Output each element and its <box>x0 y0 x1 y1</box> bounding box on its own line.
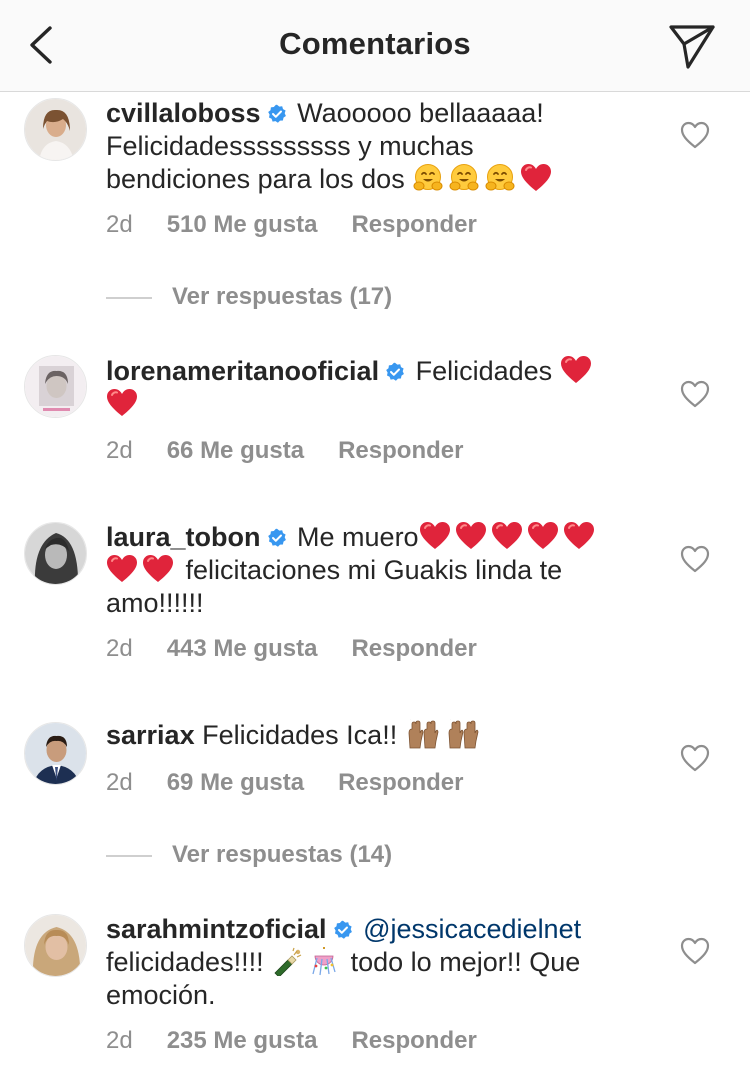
like-heart-icon[interactable] <box>680 744 710 772</box>
bottle-with-popping-cork-emoji <box>271 946 303 976</box>
replies-divider <box>106 854 152 857</box>
page-title: Comentarios <box>279 26 471 61</box>
like-heart-icon[interactable] <box>680 545 710 573</box>
comment-username[interactable]: lorenameritanooficial <box>106 356 379 386</box>
verified-badge-icon <box>385 362 405 382</box>
avatar[interactable] <box>24 355 87 418</box>
reply-button[interactable]: Responder <box>351 1027 476 1055</box>
comment-time: 2d <box>106 1027 133 1054</box>
view-replies-label: Ver respuestas (14) <box>172 841 393 868</box>
comment-body-line: Felicidadesssssssss y muchas <box>106 131 474 161</box>
comment-username[interactable]: sarriax <box>106 720 195 750</box>
comment-text: lorenameritanooficial Felicidades <box>106 355 666 421</box>
reply-button[interactable]: Responder <box>338 437 463 465</box>
comment-username[interactable]: cvillaloboss <box>106 98 261 128</box>
avatar-image <box>25 523 86 584</box>
avatar[interactable] <box>24 722 87 785</box>
comment-body-line: amo!!!!!! <box>106 588 204 618</box>
comment-likes[interactable]: 69 Me gusta <box>167 769 304 797</box>
comment-time: 2d <box>106 769 133 796</box>
hugging-face-emoji <box>412 163 444 193</box>
comment-likes[interactable]: 66 Me gusta <box>167 437 304 465</box>
comment-body-line: bendiciones para los dos <box>106 164 405 194</box>
red-heart-emoji <box>142 554 174 584</box>
comment-meta: 2d 235 Me gusta Responder <box>106 1027 477 1055</box>
reply-button[interactable]: Responder <box>351 635 476 663</box>
comment-body-line: felicitaciones mi Guakis linda te <box>185 555 563 585</box>
comment-username[interactable]: sarahmintzoficial <box>106 914 327 944</box>
comment-time: 2d <box>106 635 133 662</box>
red-heart-emoji <box>106 554 138 584</box>
comment-likes[interactable]: 510 Me gusta <box>167 211 318 239</box>
avatar[interactable] <box>24 522 87 585</box>
reply-button[interactable]: Responder <box>351 211 476 239</box>
red-heart-emoji <box>527 521 559 551</box>
avatar[interactable] <box>24 98 87 161</box>
like-heart-icon[interactable] <box>680 937 710 965</box>
comment-body-line: felicidades!!!! <box>106 947 264 977</box>
comment-meta: 2d 66 Me gusta Responder <box>106 437 463 465</box>
comment-body-line: Me muero <box>297 522 419 552</box>
comment-body-line: todo lo mejor!! Que <box>350 947 581 977</box>
comment-meta: 2d 443 Me gusta Responder <box>106 635 477 663</box>
comment-username[interactable]: laura_tobon <box>106 522 261 552</box>
comment-meta: 2d 510 Me gusta Responder <box>106 211 477 239</box>
red-heart-emoji <box>520 163 552 193</box>
comment-text: sarriax Felicidades Ica!! <box>106 719 666 752</box>
paper-plane-icon <box>669 25 715 69</box>
reply-button[interactable]: Responder <box>338 769 463 797</box>
red-heart-emoji <box>106 388 138 418</box>
comment-likes[interactable]: 235 Me gusta <box>167 1027 318 1055</box>
comment-text: laura_tobon Me muero felicitaciones mi G… <box>106 521 666 620</box>
comment-body-line: emoción. <box>106 980 216 1010</box>
avatar-image <box>25 915 86 976</box>
raising-hands-emoji <box>445 719 481 749</box>
avatar-image <box>25 723 86 784</box>
like-heart-icon[interactable] <box>680 121 710 149</box>
comment-body-line: Waooooo bellaaaaa! <box>297 98 544 128</box>
view-replies-button[interactable]: Ver respuestas (14) <box>106 841 392 871</box>
comment-time: 2d <box>106 437 133 464</box>
avatar-image <box>25 99 86 160</box>
comment-meta: 2d 69 Me gusta Responder <box>106 769 463 797</box>
header-bar: Comentarios <box>0 0 750 92</box>
hugging-face-emoji <box>484 163 516 193</box>
raising-hands-emoji <box>405 719 441 749</box>
hugging-face-emoji <box>448 163 480 193</box>
red-heart-emoji <box>419 521 451 551</box>
comment-body-line: Felicidades Ica!! <box>202 720 398 750</box>
view-replies-button[interactable]: Ver respuestas (17) <box>106 283 392 313</box>
verified-badge-icon <box>267 104 287 124</box>
view-replies-label: Ver respuestas (17) <box>172 283 393 310</box>
replies-divider <box>106 296 152 299</box>
verified-badge-icon <box>267 528 287 548</box>
like-heart-icon[interactable] <box>680 380 710 408</box>
avatar-image <box>25 356 86 417</box>
verified-badge-icon <box>333 920 353 940</box>
red-heart-emoji <box>560 355 592 385</box>
comment-text: sarahmintzoficial @jessicacedielnet feli… <box>106 913 666 1012</box>
avatar[interactable] <box>24 914 87 977</box>
comment-time: 2d <box>106 211 133 238</box>
confetti-ball-emoji <box>307 946 339 976</box>
red-heart-emoji <box>491 521 523 551</box>
red-heart-emoji <box>455 521 487 551</box>
mention-link[interactable]: @jessicacedielnet <box>363 914 581 944</box>
share-button[interactable] <box>666 22 718 70</box>
comment-body-line: Felicidades <box>415 356 553 386</box>
comment-likes[interactable]: 443 Me gusta <box>167 635 318 663</box>
red-heart-emoji <box>563 521 595 551</box>
comment-text: cvillaloboss Waooooo bellaaaaa! Felicida… <box>106 97 666 196</box>
